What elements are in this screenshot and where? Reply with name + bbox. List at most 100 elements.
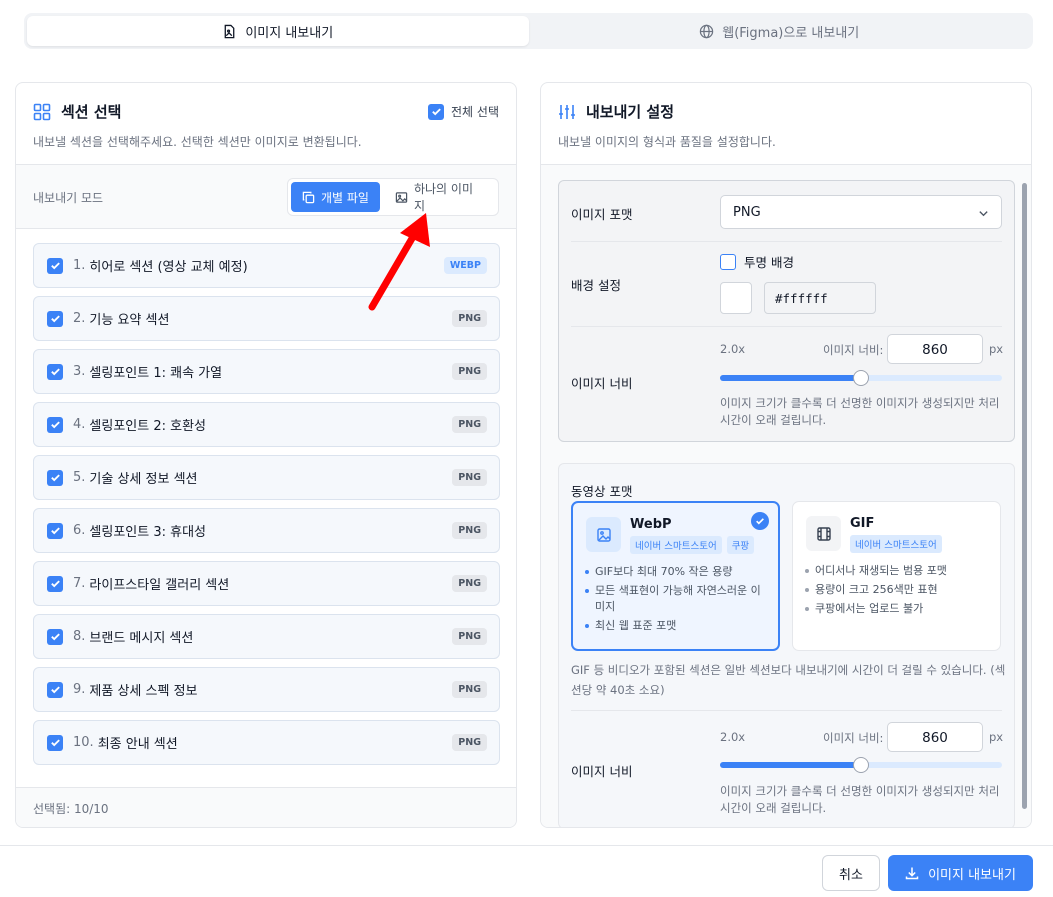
select-all-checkbox[interactable]: 전체 선택 [428,103,499,120]
export-label: 이미지 내보내기 [928,867,1016,883]
slider-thumb[interactable] [853,757,869,773]
video-option-gif[interactable]: GIF 네이버 스마트스토어 어디서나 재생되는 범용 포맷 용량이 크고 25… [792,501,1001,651]
video-note: GIF 등 비디오가 포함된 섹션은 일반 섹션보다 내보내기에 시간이 더 걸… [571,663,1006,697]
select-all-label: 전체 선택 [451,105,499,119]
scrollbar[interactable] [1022,183,1027,809]
section-number: 3. [73,364,86,379]
section-item[interactable]: 3. 셀링포인트 1: 쾌속 가열 PNG [33,349,500,394]
checkbox-checked-icon[interactable] [47,469,63,486]
export-images-button[interactable]: 이미지 내보내기 [888,855,1033,891]
video-settings-card: 동영상 포맷 WebP 네이버 스마트스토어 쿠팡 GIF보다 최대 70% 작… [558,463,1015,827]
video-width-slider[interactable] [720,757,1002,773]
checkbox-checked-icon[interactable] [47,416,63,433]
color-hex-input[interactable]: #ffffff [764,282,876,314]
section-item[interactable]: 4. 셀링포인트 2: 호환성 PNG [33,402,500,447]
transparent-label: 투명 배경 [744,255,794,270]
section-name: 셀링포인트 2: 호환성 [89,419,207,434]
section-item[interactable]: 10. 최종 안내 섹션 PNG [33,720,500,765]
section-item[interactable]: 5. 기술 상세 정보 섹션 PNG [33,455,500,500]
width-input[interactable]: 860 [887,334,983,364]
background-row: 배경 설정 투명 배경 #ffffff [571,242,1002,327]
section-item[interactable]: 1. 히어로 섹션 (영상 교체 예정) WEBP [33,243,500,288]
panel-title: 내보내기 설정 [558,101,1014,122]
option-tags: 네이버 스마트스토어 [850,535,942,553]
section-item[interactable]: 7. 라이프스타일 갤러리 섹션 PNG [33,561,500,606]
mode-label: 하나의 이미지 [413,182,473,213]
option-bullets: 어디서나 재생되는 범용 포맷 용량이 크고 256색만 표현 쿠팡에서는 업로… [805,563,990,620]
checkbox-checked-icon[interactable] [47,628,63,645]
tab-label: 웹(Figma)으로 내보내기 [722,25,860,41]
section-name: 최종 안내 섹션 [97,737,178,752]
video-width-input[interactable]: 860 [887,722,983,752]
section-number: 5. [73,470,86,485]
image-icon [395,191,408,203]
section-item[interactable]: 6. 셀링포인트 3: 휴대성 PNG [33,508,500,553]
chevron-down-icon [979,211,988,217]
section-name: 브랜드 메시지 섹션 [89,631,194,646]
tag: 네이버 스마트스토어 [850,535,942,553]
slider-fill [720,762,861,768]
mode-toggle: 개별 파일 하나의 이미지 [287,178,499,216]
width-field-label: 이미지 너비: [823,731,884,745]
background-label: 배경 설정 [571,278,621,293]
checkbox-checked-icon[interactable] [47,310,63,327]
section-number: 8. [73,629,86,644]
dialog-footer: 취소 이미지 내보내기 [0,845,1053,897]
unit-label: px [989,730,1004,744]
slider-thumb[interactable] [853,370,869,386]
export-mode-row: 내보내기 모드 개별 파일 하나의 이미지 [16,165,516,229]
checkbox-checked-icon[interactable] [47,363,63,380]
option-name: WebP [630,517,672,532]
section-item[interactable]: 9. 제품 상세 스펙 정보 PNG [33,667,500,712]
width-field-label: 이미지 너비: [823,343,884,357]
image-format-row: 이미지 포맷 PNG [571,181,1002,242]
mode-individual-files-button[interactable]: 개별 파일 [291,182,380,212]
scale-label: 2.0x [720,730,746,744]
mode-single-image-button[interactable]: 하나의 이미지 [384,182,495,213]
checkbox-unchecked-icon [720,253,736,270]
checkbox-checked-icon[interactable] [47,522,63,539]
help-text: 이미지 크기가 클수록 더 선명한 이미지가 생성되지만 처리 시간이 오래 걸… [720,396,1000,427]
globe-icon [700,24,714,38]
video-option-webp[interactable]: WebP 네이버 스마트스토어 쿠팡 GIF보다 최대 70% 작은 용량 모든… [571,501,780,651]
bullet-item: 어디서나 재생되는 범용 포맷 [805,563,990,579]
cancel-button[interactable]: 취소 [822,855,880,891]
bullet-item: 모든 색표현이 가능해 자연스러운 이미지 [585,583,770,615]
bullet-item: GIF보다 최대 70% 작은 용량 [585,564,770,580]
tag: 네이버 스마트스토어 [630,536,722,554]
panel-header: 내보내기 설정 내보낼 이미지의 형식과 품질을 설정합니다. [541,83,1031,165]
checkbox-checked-icon[interactable] [47,257,63,274]
section-number: 2. [73,311,86,326]
checkbox-checked-icon[interactable] [47,575,63,592]
checkbox-checked-icon[interactable] [47,681,63,698]
export-settings-panel: 내보내기 설정 내보낼 이미지의 형식과 품질을 설정합니다. 이미지 포맷 P… [540,82,1032,828]
section-name: 기능 요약 섹션 [89,313,170,328]
section-item[interactable]: 8. 브랜드 메시지 섹션 PNG [33,614,500,659]
transparent-checkbox[interactable]: 투명 배경 [720,252,794,271]
copy-icon [302,191,315,203]
image-format-label: 이미지 포맷 [571,207,633,222]
format-badge: PNG [452,416,487,433]
section-name: 기술 상세 정보 섹션 [89,472,198,487]
mode-label: 내보내기 모드 [33,191,104,205]
tab-web-figma-export[interactable]: 웹(Figma)으로 내보내기 [529,16,1031,46]
format-badge: PNG [452,628,487,645]
image-width-row: 이미지 너비 2.0x 이미지 너비: 860 px 이미지 크기가 클수록 더… [571,327,1003,441]
image-icon [586,517,621,552]
section-name: 라이프스타일 갤러리 섹션 [89,578,230,593]
color-swatch[interactable] [720,282,752,314]
title-text: 섹션 선택 [61,103,122,121]
video-width-label: 이미지 너비 [571,764,633,779]
section-item[interactable]: 2. 기능 요약 섹션 PNG [33,296,500,341]
section-select-panel: 섹션 선택 내보낼 섹션을 선택해주세요. 선택한 섹션만 이미지로 변환됩니다… [15,82,517,828]
scale-label: 2.0x [720,342,746,356]
image-format-select[interactable]: PNG [720,195,1002,229]
tab-image-export[interactable]: 이미지 내보내기 [27,16,529,46]
checkbox-checked-icon[interactable] [47,734,63,751]
video-format-label: 동영상 포맷 [571,484,633,499]
bullet-item: 용량이 크고 256색만 표현 [805,582,990,598]
format-badge: PNG [452,734,487,751]
option-bullets: GIF보다 최대 70% 작은 용량 모든 색표현이 가능해 자연스러운 이미지… [585,564,770,637]
check-circle-icon [751,512,769,530]
width-slider[interactable] [720,370,1002,386]
